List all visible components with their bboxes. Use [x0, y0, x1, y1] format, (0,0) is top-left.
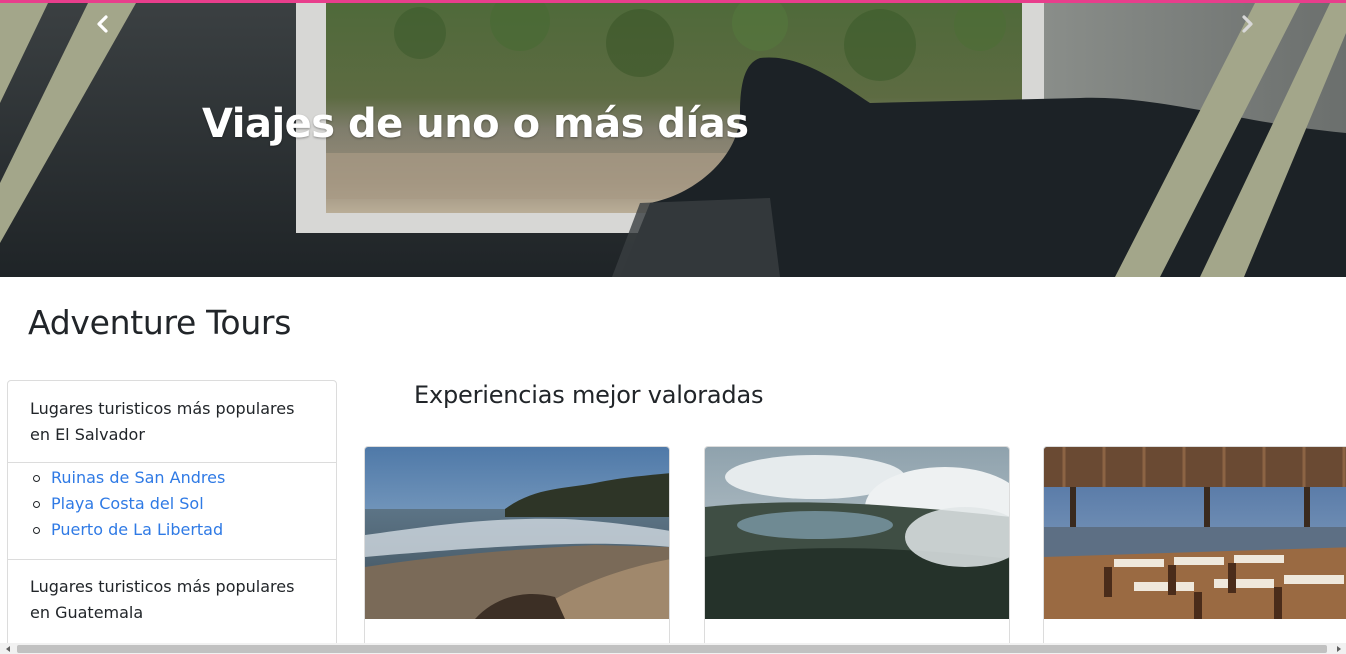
list-item: Playa Costa del Sol [30, 491, 314, 517]
carousel-caption: Viajes de uno o más días [202, 101, 749, 147]
scroll-left-button[interactable] [2, 643, 13, 654]
chevron-left-icon [97, 15, 108, 33]
beach-photo [365, 447, 669, 619]
sidebar-section-title: Lugares turisticos más populares en Guat… [30, 577, 295, 622]
place-link-ruinas[interactable]: Ruinas de San Andres [51, 465, 225, 491]
crater-lake-photo [705, 447, 1009, 619]
bullet-icon [33, 526, 40, 534]
sidebar-section-title: Lugares turisticos más populares en El S… [8, 381, 336, 463]
restaurant-photo [1044, 447, 1346, 619]
list-item: Ruinas de San Andres [30, 465, 314, 491]
triangle-left-icon [5, 645, 10, 652]
experience-card[interactable] [364, 446, 670, 654]
experience-card[interactable] [1043, 446, 1346, 654]
place-link-costa-del-sol[interactable]: Playa Costa del Sol [51, 491, 204, 517]
list-item: Puerto de La Libertad [30, 517, 314, 543]
carousel-next-button[interactable] [1232, 9, 1262, 39]
bullet-icon [33, 474, 40, 482]
experience-card[interactable] [704, 446, 1010, 654]
popular-places-sidebar: Lugares turisticos más populares en El S… [7, 380, 337, 654]
sidebar-section-list: Ruinas de San Andres Playa Costa del Sol… [8, 463, 336, 560]
bullet-icon [33, 500, 40, 508]
scroll-right-button[interactable] [1333, 643, 1344, 654]
hero-carousel: Viajes de uno o más días [0, 3, 1346, 277]
scrollbar-thumb[interactable] [17, 645, 1327, 653]
triangle-right-icon [1336, 645, 1341, 652]
horizontal-scrollbar[interactable] [0, 643, 1346, 654]
carousel-prev-button[interactable] [88, 9, 118, 39]
place-link-la-libertad[interactable]: Puerto de La Libertad [51, 517, 223, 543]
chevron-right-icon [1242, 15, 1253, 33]
site-brand-title: Adventure Tours [28, 303, 292, 342]
experiences-heading: Experiencias mejor valoradas [414, 381, 764, 409]
